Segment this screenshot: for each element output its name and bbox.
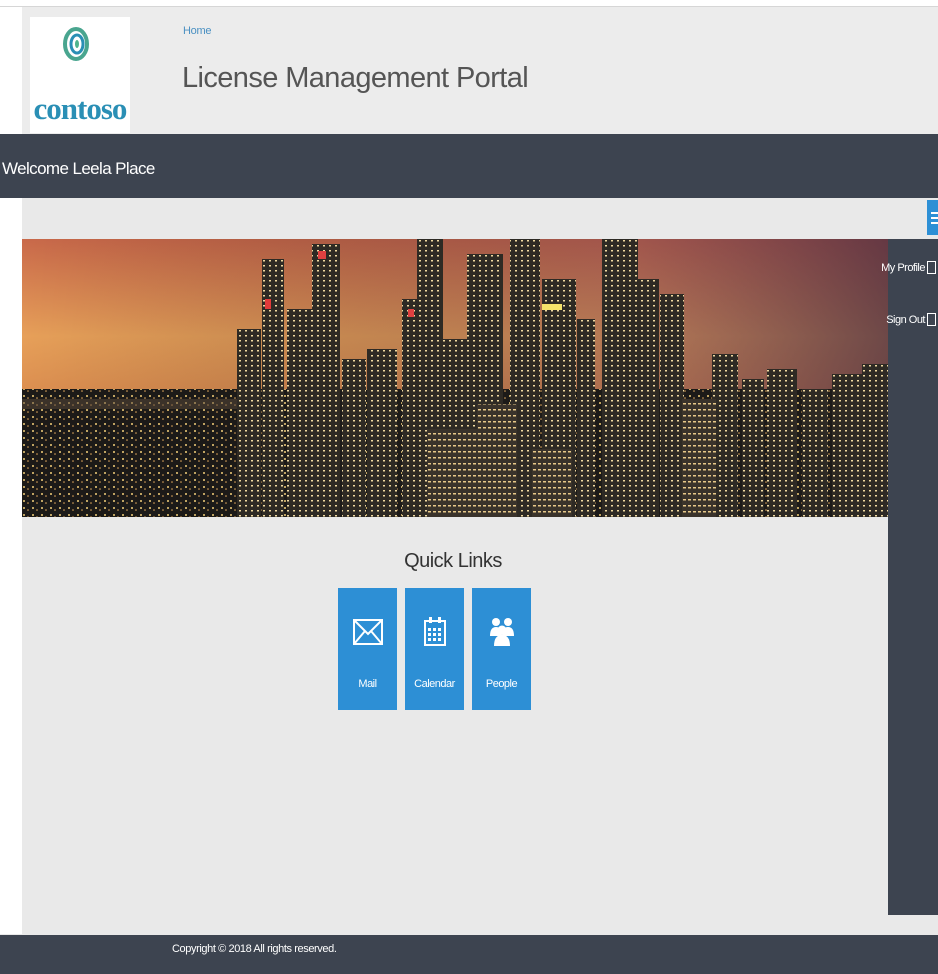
people-icon: [472, 616, 531, 656]
contoso-ring-logo-icon: [63, 27, 89, 61]
welcome-bar: [22, 134, 938, 198]
mail-tile-label: Mail: [358, 678, 377, 690]
hamburger-icon-line: [931, 217, 938, 219]
sign-out-label: Sign Out: [886, 313, 925, 326]
mail-tile[interactable]: Mail: [338, 588, 397, 710]
my-profile-link[interactable]: My Profile: [881, 261, 936, 274]
people-tile[interactable]: People: [472, 588, 531, 710]
logo-wordmark: contoso: [33, 91, 128, 126]
calendar-tile[interactable]: Calendar: [405, 588, 464, 710]
sign-out-icon: [927, 313, 936, 326]
quick-links-title: Quick Links: [404, 550, 502, 572]
calendar-icon: [405, 616, 464, 656]
sign-out-link[interactable]: Sign Out: [886, 313, 936, 326]
mail-icon: [338, 616, 397, 656]
people-tile-label: People: [485, 678, 518, 690]
city-skyline-image: [22, 239, 888, 517]
breadcrumb-home[interactable]: Home: [183, 25, 211, 37]
top-rule: [0, 0, 938, 7]
profile-icon: [927, 261, 936, 274]
hamburger-icon: [931, 212, 938, 214]
side-panel: My Profile Sign Out: [881, 239, 938, 915]
city-skyline-banner: [22, 239, 888, 517]
hamburger-menu-button[interactable]: [927, 200, 938, 235]
calendar-tile-label: Calendar: [414, 678, 455, 690]
footer: [0, 935, 938, 974]
page-title: License Management Portal: [182, 62, 529, 94]
my-profile-label: My Profile: [881, 261, 925, 274]
contoso-logo[interactable]: contoso: [30, 17, 130, 133]
welcome-message: Welcome Leela Place: [2, 159, 155, 178]
hamburger-icon-line: [931, 222, 938, 224]
copyright-text: Copyright © 2018 All rights reserved.: [172, 943, 337, 955]
